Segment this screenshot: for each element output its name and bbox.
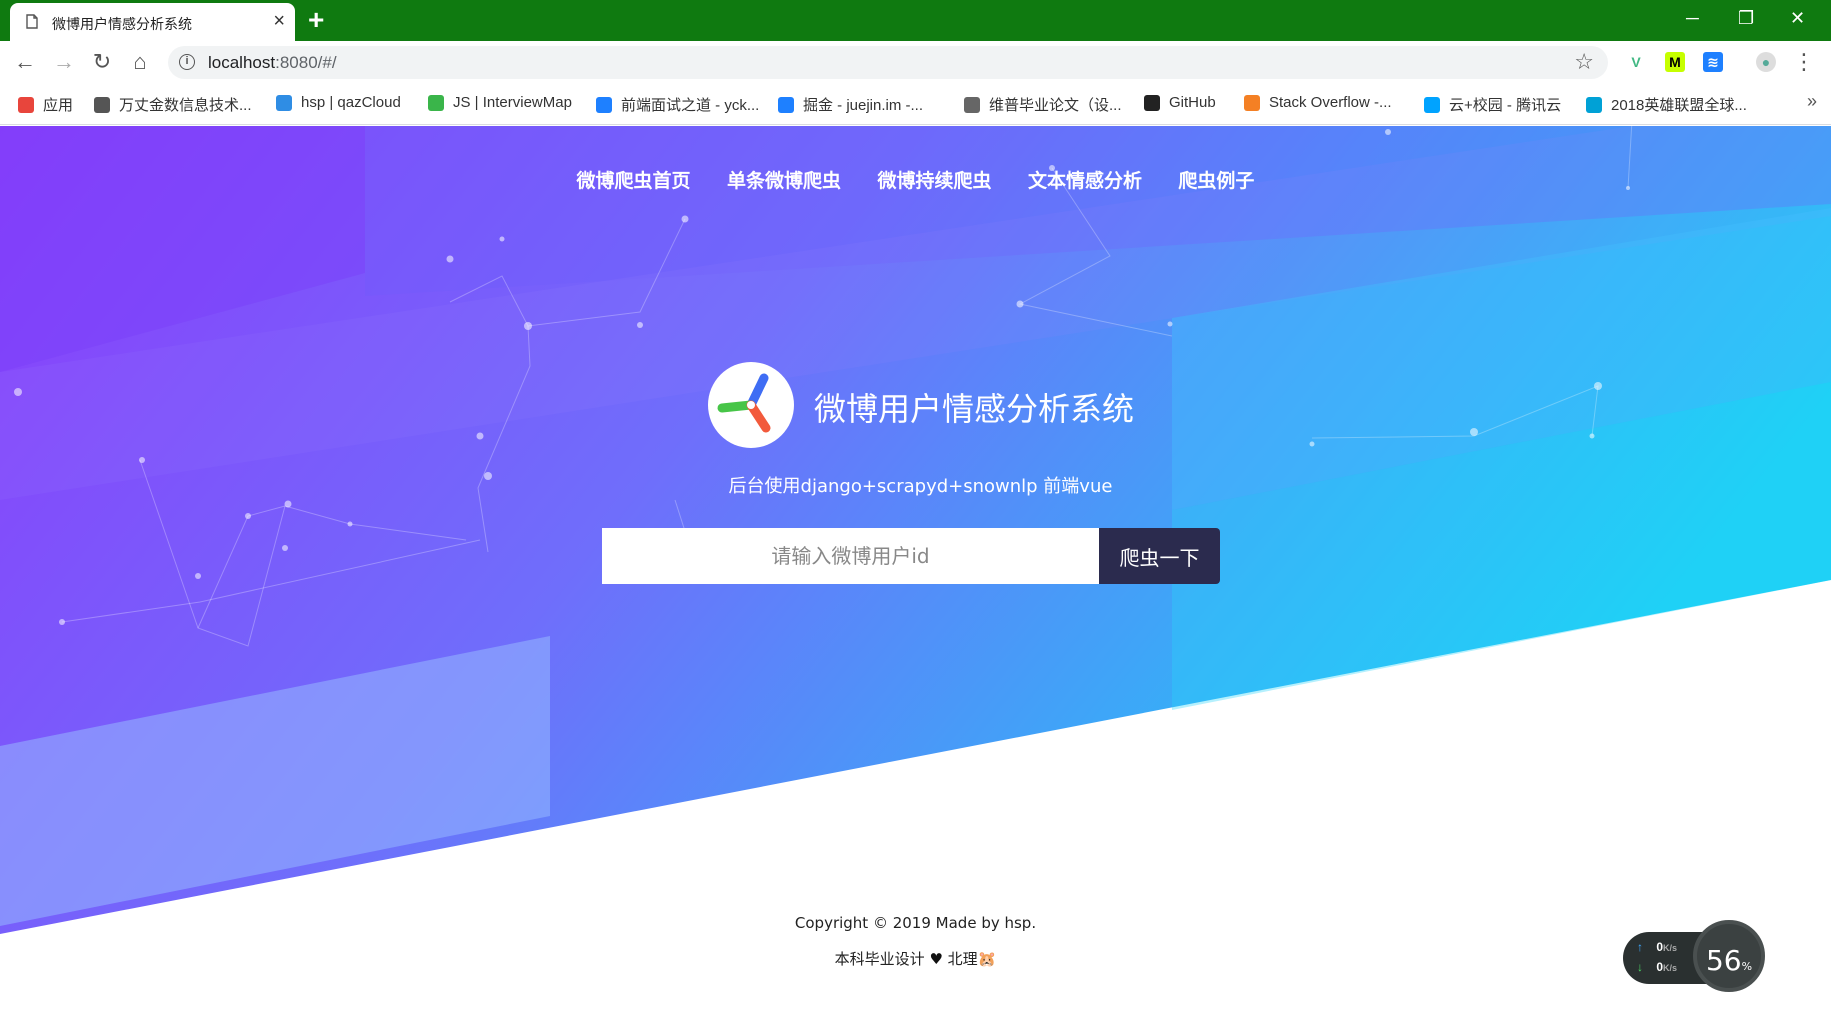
- bookmark-item[interactable]: 掘金 - juejin.im -...: [778, 94, 923, 115]
- restore-icon[interactable]: ❐: [1738, 6, 1754, 30]
- apps-grid-icon: [18, 96, 34, 113]
- stackoverflow-icon: [1244, 94, 1260, 111]
- browser-toolbar: ← → ↻ ⌂ i localhost:8080/#/ ☆ V M ≋ ● ⋮: [0, 41, 1831, 83]
- bookmark-label: JS | InterviewMap: [453, 94, 572, 111]
- tencent-cloud-icon: [1424, 96, 1440, 113]
- top-navigation: 微博爬虫首页 单条微博爬虫 微博持续爬虫 文本情感分析 爬虫例子: [0, 166, 1831, 193]
- bookmark-label: hsp | qazCloud: [301, 94, 401, 111]
- weibo-user-id-input[interactable]: [602, 528, 1099, 584]
- bookmark-item[interactable]: 前端面试之道 - yck...: [596, 94, 759, 115]
- bookmark-label: 2018英雄联盟全球...: [1611, 97, 1747, 114]
- bookmark-item[interactable]: GitHub: [1144, 94, 1216, 111]
- tab-close-icon[interactable]: ×: [273, 11, 285, 31]
- nav-item-crawler-examples[interactable]: 爬虫例子: [1178, 166, 1254, 193]
- nav-item-continuous-crawler[interactable]: 微博持续爬虫: [877, 166, 991, 193]
- vue-devtools-icon[interactable]: V: [1626, 52, 1646, 72]
- bookmark-label: 掘金 - juejin.im -...: [803, 97, 924, 114]
- nav-item-single-weibo-crawler[interactable]: 单条微博爬虫: [727, 166, 841, 193]
- bookmark-label: GitHub: [1169, 94, 1216, 111]
- network-speed-widget[interactable]: ↑ 0K/s ↓ 0K/s 56%: [1623, 920, 1765, 1004]
- juejin-icon: [596, 96, 612, 113]
- bookmark-label: 应用: [43, 97, 74, 114]
- bookmark-item[interactable]: 云+校园 - 腾讯云: [1424, 94, 1561, 115]
- bookmark-item[interactable]: Stack Overflow -...: [1244, 94, 1392, 111]
- bookmark-label: 维普毕业论文（设...: [989, 97, 1122, 114]
- document-icon: [964, 96, 980, 113]
- close-window-icon[interactable]: ✕: [1790, 6, 1805, 30]
- bookmarks-bar: 应用 万丈金数信息技术... hsp | qazCloud JS | Intervie…: [0, 83, 1831, 125]
- nav-item-sentiment-analysis[interactable]: 文本情感分析: [1028, 166, 1142, 193]
- bookmark-item[interactable]: 万丈金数信息技术...: [94, 94, 252, 115]
- browser-titlebar: 微博用户情感分析系统 × + ─ ❐ ✕: [0, 0, 1831, 41]
- aws-icon: [94, 96, 110, 113]
- bookmark-label: 万丈金数信息技术...: [119, 97, 252, 114]
- forward-icon[interactable]: →: [51, 49, 77, 75]
- footer-credit: 本科毕业设计 ♥ 北理🐹: [834, 950, 997, 968]
- app-title: 微博用户情感分析系统: [814, 390, 1135, 428]
- app-subtitle: 后台使用django+scrapyd+snownlp 前端vue: [728, 476, 1113, 497]
- memory-usage-gauge: 56%: [1693, 920, 1765, 992]
- memory-percent: 56%: [1705, 944, 1753, 977]
- minimize-icon[interactable]: ─: [1686, 6, 1699, 30]
- url-text[interactable]: localhost:8080/#/: [208, 53, 337, 73]
- document-icon: [26, 14, 38, 29]
- bookmark-item[interactable]: 应用: [18, 94, 73, 115]
- footer-copyright: Copyright © 2019 Made by hsp.: [794, 914, 1037, 932]
- bookmark-star-icon[interactable]: ☆: [1574, 49, 1594, 75]
- home-icon[interactable]: ⌂: [127, 49, 153, 75]
- juejin-icon: [778, 96, 794, 113]
- download-arrow-icon: ↓: [1637, 960, 1643, 974]
- github-icon: [1144, 94, 1160, 111]
- nav-item-home[interactable]: 微博爬虫首页: [577, 166, 691, 193]
- new-tab-button[interactable]: +: [308, 5, 324, 35]
- juejin-extension-icon[interactable]: ≋: [1703, 52, 1723, 72]
- bilibili-icon: [1586, 96, 1602, 113]
- bookmark-label: Stack Overflow -...: [1269, 94, 1392, 111]
- more-bookmarks-icon[interactable]: »: [1807, 91, 1817, 112]
- bookmark-item[interactable]: 2018英雄联盟全球...: [1586, 94, 1747, 115]
- pinwheel-logo-icon: [717, 373, 771, 433]
- crawl-button[interactable]: 爬虫一下: [1099, 528, 1220, 584]
- download-speed: ↓ 0K/s: [1637, 960, 1678, 974]
- upload-arrow-icon: ↑: [1637, 940, 1643, 954]
- menu-kebab-icon[interactable]: ⋮: [1791, 49, 1817, 75]
- reload-icon[interactable]: ↻: [89, 49, 115, 75]
- interviewmap-icon: [428, 94, 444, 111]
- browser-tab-active[interactable]: 微博用户情感分析系统 ×: [10, 3, 295, 41]
- tab-title: 微博用户情感分析系统: [52, 16, 192, 32]
- bookmark-item[interactable]: hsp | qazCloud: [276, 94, 401, 111]
- bookmark-label: 云+校园 - 腾讯云: [1449, 97, 1562, 114]
- upload-speed: ↑ 0K/s: [1637, 940, 1678, 954]
- back-icon[interactable]: ←: [12, 49, 38, 75]
- extension-m-icon[interactable]: M: [1665, 52, 1685, 72]
- heart-icon: ♥: [929, 950, 943, 968]
- bookmark-item[interactable]: 维普毕业论文（设...: [964, 94, 1122, 115]
- bookmark-label: 前端面试之道 - yck...: [621, 97, 760, 114]
- bookmark-item[interactable]: JS | InterviewMap: [428, 94, 572, 111]
- profile-avatar-icon[interactable]: ●: [1756, 52, 1776, 72]
- app-logo: [708, 362, 794, 448]
- address-bar[interactable]: i localhost:8080/#/ ☆: [168, 46, 1608, 79]
- info-icon[interactable]: i: [179, 54, 195, 70]
- cloud-icon: [276, 94, 292, 111]
- web-page: 微博爬虫首页 单条微博爬虫 微博持续爬虫 文本情感分析 爬虫例子 微博用户情感分…: [0, 126, 1831, 1014]
